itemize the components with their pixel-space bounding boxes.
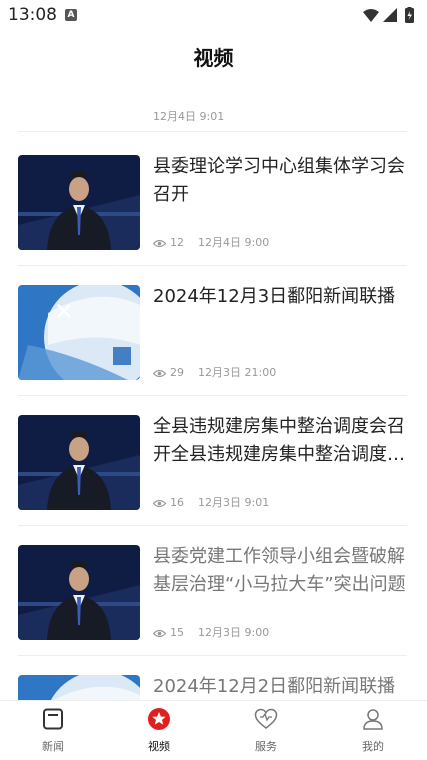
user-icon: [363, 709, 383, 730]
tab-news-label: 新闻: [42, 740, 64, 753]
view-count: 29: [170, 366, 184, 379]
status-time: 13:08: [8, 5, 57, 25]
video-item[interactable]: 2024年12月2日鄱阳新闻联播: [18, 656, 407, 700]
bottom-tab-bar: 新闻 视频 服务 我的: [0, 700, 427, 760]
video-date: 12月3日 9:00: [198, 626, 270, 639]
video-meta: 12 12月4日 9:00: [153, 234, 269, 250]
video-thumbnail[interactable]: [18, 155, 140, 250]
eye-icon: [153, 369, 166, 378]
tab-mine-label: 我的: [362, 740, 384, 753]
video-meta: 16 12月3日 9:01: [153, 494, 269, 510]
video-item[interactable]: 全县违规建房集中整治调度会召开全县违规建房集中整治调度会召开 16 12月3日 9…: [18, 396, 407, 526]
tab-news[interactable]: 新闻: [0, 701, 106, 760]
eye-icon: [153, 499, 166, 508]
video-title[interactable]: 2024年12月2日鄱阳新闻联播: [153, 673, 407, 700]
video-item[interactable]: 县委理论学习中心组集体学习会召开 12 12月4日 9:00: [18, 136, 407, 266]
video-thumbnail[interactable]: [18, 545, 140, 640]
video-title[interactable]: 县委理论学习中心组集体学习会召开: [153, 153, 407, 209]
system-status-icons: [363, 7, 414, 23]
video-meta: 29 12月3日 21:00: [153, 364, 276, 380]
view-count: 12: [170, 236, 184, 249]
tab-service-label: 服务: [255, 740, 277, 753]
view-count: 15: [170, 626, 184, 639]
signal-icon: [383, 8, 397, 22]
video-thumbnail[interactable]: [18, 285, 140, 380]
news-icon: [43, 708, 63, 730]
video-meta: 15 12月3日 9:00: [153, 624, 269, 640]
video-thumbnail[interactable]: [18, 675, 140, 700]
video-title[interactable]: 县委党建工作领导小组会暨破解基层治理“小马拉大车”突出问题: [153, 543, 407, 599]
tab-service[interactable]: 服务: [213, 701, 319, 760]
page-title: 视频: [193, 46, 234, 70]
video-meta: 12月4日 9:01: [153, 108, 224, 124]
tab-video[interactable]: 视频: [106, 701, 212, 760]
view-count: 16: [170, 496, 184, 509]
video-title[interactable]: 全县违规建房集中整治调度会召开全县违规建房集中整治调度会召开: [153, 413, 407, 469]
video-date: 12月3日 21:00: [198, 366, 277, 379]
tab-video-label: 视频: [148, 740, 170, 753]
video-item[interactable]: 县委党建工作领导小组会暨破解基层治理“小马拉大车”突出问题 15 12月3日 9:…: [18, 526, 407, 656]
video-icon: [148, 708, 170, 730]
video-list[interactable]: 12月4日 9:01 县委理论学习中心组集体学习会召开 12 12月4日 9:00: [0, 80, 427, 700]
accessibility-icon: A: [65, 9, 77, 21]
tab-mine[interactable]: 我的: [320, 701, 426, 760]
eye-icon: [153, 629, 166, 638]
heart-icon: [254, 708, 278, 729]
eye-icon: [153, 239, 166, 248]
video-title[interactable]: 2024年12月3日鄱阳新闻联播: [153, 283, 407, 311]
status-bar: 13:08 A: [0, 0, 427, 30]
page-header: 视频: [0, 30, 427, 80]
video-item[interactable]: 2024年12月3日鄱阳新闻联播 29 12月3日 21:00: [18, 266, 407, 396]
video-thumbnail[interactable]: [18, 415, 140, 510]
wifi-icon: [363, 9, 379, 22]
video-item[interactable]: 12月4日 9:01: [18, 80, 407, 132]
video-date: 12月4日 9:01: [153, 110, 225, 123]
video-date: 12月3日 9:01: [198, 496, 270, 509]
video-date: 12月4日 9:00: [198, 236, 270, 249]
